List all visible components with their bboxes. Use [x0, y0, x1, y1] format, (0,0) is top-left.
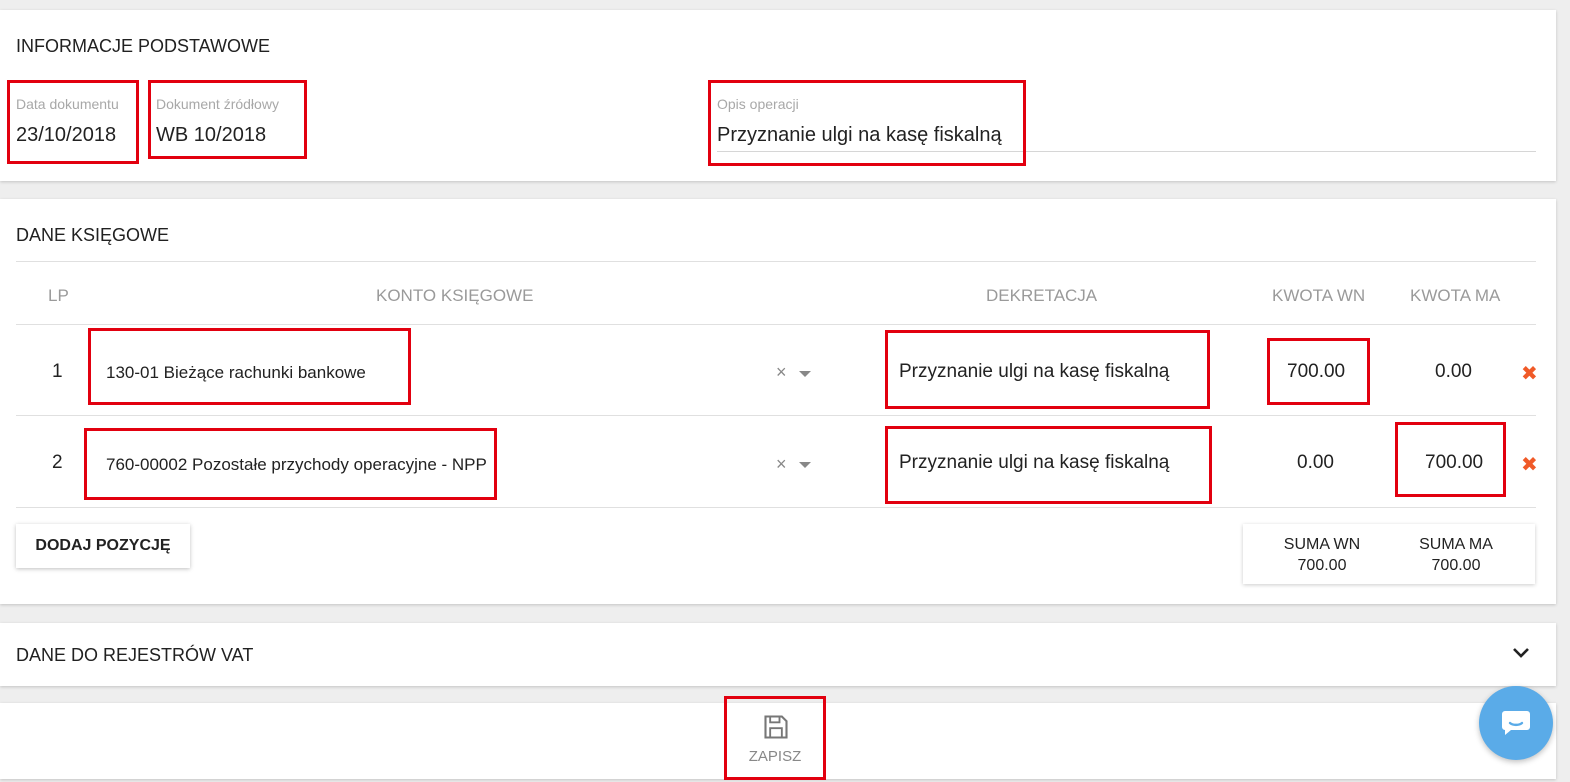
highlight-row-2-decree: [885, 426, 1212, 504]
highlight-doc-date: [7, 80, 139, 164]
row-2-dropdown-icon[interactable]: [799, 462, 811, 468]
row-2-divider: [16, 507, 1536, 508]
row-1-delete-icon[interactable]: ✖: [1521, 361, 1538, 386]
vat-title: DANE DO REJESTRÓW VAT: [16, 645, 254, 665]
col-account: KONTO KSIĘGOWE: [376, 286, 534, 305]
highlight-row-2-ma: [1395, 422, 1506, 497]
row-1-dropdown-icon[interactable]: [799, 371, 811, 377]
row-1-divider: [16, 415, 1536, 416]
sum-ma-label: SUMA MA: [1419, 536, 1493, 553]
chat-bubble-icon: [1502, 711, 1530, 735]
col-wn: KWOTA WN: [1272, 286, 1366, 305]
col-lp: LP: [48, 286, 69, 305]
sum-wn-value: 700.00: [1297, 557, 1347, 574]
basic-info-title: INFORMACJE PODSTAWOWE: [16, 36, 270, 56]
sum-ma: SUMA MA 700.00: [1396, 534, 1516, 576]
col-ma: KWOTA MA: [1410, 286, 1501, 305]
highlight-source-doc: [148, 80, 307, 159]
row-1-ma-field[interactable]: 0.00: [1435, 361, 1472, 383]
sum-box: SUMA WN 700.00 SUMA MA 700.00: [1243, 524, 1535, 584]
sum-ma-value: 700.00: [1431, 557, 1481, 574]
accounting-divider: [16, 261, 1536, 262]
add-position-button[interactable]: DODAJ POZYCJĘ: [16, 524, 190, 568]
sum-wn: SUMA WN 700.00: [1262, 534, 1382, 576]
highlight-row-1-decree: [885, 330, 1210, 409]
row-1-lp: 1: [52, 361, 63, 382]
row-2-wn-field[interactable]: 0.00: [1297, 452, 1334, 474]
sum-wn-label: SUMA WN: [1283, 536, 1361, 553]
highlight-row-2-account: [84, 428, 497, 500]
table-header-divider: [16, 324, 1536, 325]
col-decree: DEKRETACJA: [986, 286, 1098, 305]
row-2-lp: 2: [52, 452, 63, 473]
accounting-title: DANE KSIĘGOWE: [16, 225, 170, 245]
highlight-save: [724, 696, 826, 780]
row-1-clear-icon[interactable]: ×: [776, 362, 787, 383]
row-2-clear-icon[interactable]: ×: [776, 454, 787, 475]
highlight-row-1-account: [88, 328, 411, 405]
row-2-delete-icon[interactable]: ✖: [1521, 452, 1538, 477]
chevron-down-icon[interactable]: [1512, 647, 1530, 659]
highlight-row-1-wn: [1267, 338, 1370, 405]
chat-button[interactable]: [1479, 686, 1553, 760]
highlight-description: [708, 80, 1026, 166]
